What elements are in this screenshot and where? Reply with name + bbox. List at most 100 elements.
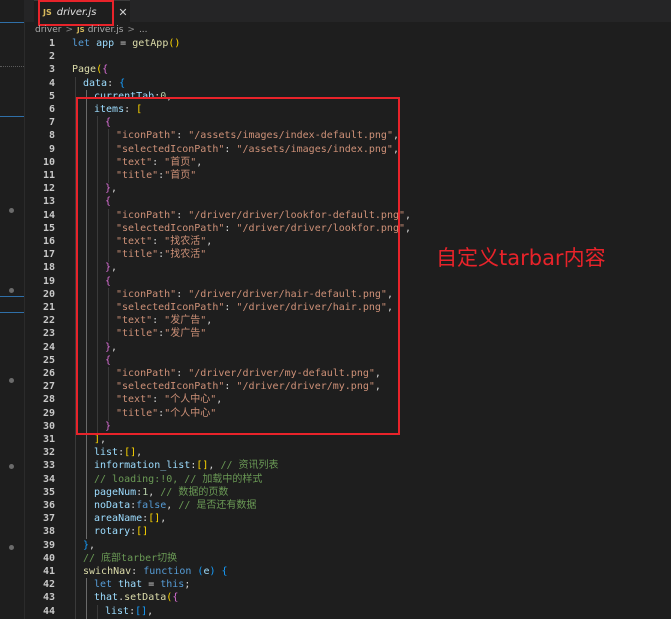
indent-guide <box>86 274 87 289</box>
line-number: 31 <box>42 434 55 445</box>
code-token: "首页" <box>164 170 197 181</box>
code-line[interactable]: 13 { <box>24 195 671 210</box>
code-line[interactable]: 35 pageNum:1, // 数据的页数 <box>24 485 671 500</box>
code-token: () <box>168 38 181 49</box>
code-line[interactable]: 22 "text": "发广告", <box>24 314 671 329</box>
code-line[interactable]: 4 data: { <box>24 76 671 91</box>
code-line[interactable]: 12}, <box>24 182 671 197</box>
indent-guide <box>86 472 87 487</box>
divider-line <box>0 296 24 297</box>
code-token: "找农活" <box>164 249 207 261</box>
indent-guide <box>86 604 87 619</box>
code-line[interactable]: 11 "title":"首页" <box>24 169 671 183</box>
line-number: 23 <box>42 328 55 340</box>
code-token: : <box>124 104 137 115</box>
code-token: setData <box>124 592 167 604</box>
indent-guide <box>86 499 87 513</box>
code-line[interactable]: 41 swichNav: function (e) { <box>24 565 671 579</box>
code-line[interactable]: 20 "iconPath": "/driver/driver/hair-defau… <box>24 287 671 302</box>
javascript-file-icon: JS <box>77 26 85 34</box>
code-line[interactable]: 29 "title":"个人中心" <box>24 406 671 421</box>
code-line[interactable]: 27 "selectedIconPath": "/driver/driver/my… <box>24 380 671 395</box>
code-token: , <box>405 222 412 234</box>
code-token: : <box>224 222 237 234</box>
indent-guide <box>86 446 87 461</box>
code-text: information_list:[], // 资讯列表 <box>94 459 279 472</box>
code-line[interactable]: 31], <box>24 433 671 447</box>
indent-guide <box>108 208 109 223</box>
code-line[interactable]: 23 "title":"发广告" <box>24 327 671 342</box>
code-line[interactable]: 32 list:[], <box>24 446 671 461</box>
code-line[interactable]: 7{ <box>24 116 671 131</box>
code-token: { <box>102 64 109 76</box>
line-number: 42 <box>42 579 55 591</box>
code-line[interactable]: 3 Page({ <box>24 63 671 76</box>
code-line[interactable]: 1 let app = getApp() <box>24 37 671 50</box>
code-line[interactable]: 5 currentTab:0, <box>24 89 671 104</box>
code-line[interactable]: 39}, <box>24 538 671 553</box>
code-token: , <box>136 447 143 459</box>
indent-guide <box>108 221 109 236</box>
code-line[interactable]: 25 { <box>24 353 671 368</box>
tab-driver-js[interactable]: JS driver.js ✕ <box>34 0 130 23</box>
line-number: 2 <box>48 51 55 63</box>
code-token: , <box>196 156 203 168</box>
code-line[interactable]: 21 "selectedIconPath": "/driver/driver/ha… <box>24 301 671 315</box>
line-number: 10 <box>42 156 55 168</box>
line-number: 44 <box>42 605 55 617</box>
breadcrumb-file[interactable]: driver.js <box>88 25 124 35</box>
code-token: { <box>172 592 179 604</box>
indent-guide <box>86 525 87 540</box>
code-token: : <box>176 209 189 221</box>
code-line[interactable]: 30} <box>24 419 671 434</box>
code-line[interactable]: 24}, <box>24 340 671 355</box>
code-token: data <box>83 77 108 89</box>
code-text: "text": "个人中心", <box>116 393 222 406</box>
code-line[interactable]: 38 rotary:[] <box>24 525 671 540</box>
code-line[interactable]: 42 let that = this; <box>24 578 671 593</box>
code-token: "首页" <box>164 156 197 168</box>
code-token: "/assets/images/index.png" <box>236 143 393 155</box>
indent-guide <box>97 235 98 249</box>
line-number: 17 <box>42 249 55 261</box>
code-line[interactable]: 40 // 底部tarber切换 <box>24 551 671 566</box>
code-line[interactable]: 28 "text": "个人中心", <box>24 393 671 408</box>
breadcrumb-symbol[interactable]: ... <box>139 25 148 35</box>
breadcrumb-folder[interactable]: driver <box>35 25 61 35</box>
code-text: rotary:[] <box>94 525 148 538</box>
code-line[interactable]: 10 "text": "首页", <box>24 155 671 170</box>
code-line[interactable]: 19 { <box>24 274 671 289</box>
code-line[interactable]: 9 "selectedIconPath": "/assets/images/ind… <box>24 142 671 157</box>
code-line[interactable]: 37 areaName:[], <box>24 512 671 527</box>
indent-guide <box>97 274 98 289</box>
code-line[interactable]: 14 "iconPath": "/driver/driver/lookfor-de… <box>24 208 671 223</box>
code-token: : <box>152 156 165 168</box>
code-text: // loading:!0, // 加载中的样式 <box>94 473 262 486</box>
indent-guide <box>108 327 109 342</box>
line-number: 30 <box>42 420 55 432</box>
line-number: 19 <box>42 275 55 287</box>
code-editor[interactable]: 1 let app = getApp() 2 3 Page({4 data: {5 curr… <box>24 37 671 619</box>
code-line[interactable]: 36 noData:false, // 是否还有数据 <box>24 499 671 513</box>
code-line[interactable]: 43 that.setData({ <box>24 591 671 606</box>
indent-guide <box>86 182 87 197</box>
line-number: 15 <box>42 222 55 234</box>
code-line[interactable]: 15 "selectedIconPath": "/driver/driver/lo… <box>24 221 671 236</box>
indent-guide <box>86 419 87 434</box>
code-text: "selectedIconPath": "/driver/driver/hair… <box>116 301 393 314</box>
code-line[interactable]: 6 items: [ <box>24 103 671 117</box>
code-line[interactable]: 26 "iconPath": "/driver/driver/my-default… <box>24 367 671 381</box>
code-line[interactable]: 33 information_list:[], // 资讯列表 <box>24 459 671 474</box>
close-icon[interactable]: ✕ <box>118 6 127 19</box>
code-line[interactable]: 44 list:[], <box>24 604 671 619</box>
indent-guide <box>75 142 76 157</box>
code-line[interactable]: 8 "iconPath": "/assets/images/index-defau… <box>24 129 671 144</box>
indent-guide <box>108 169 109 183</box>
chevron-right-icon: > <box>127 25 135 35</box>
code-line[interactable]: 34 // loading:!0, // 加载中的样式 <box>24 472 671 487</box>
indent-guide <box>75 459 76 474</box>
indent-guide <box>75 578 76 593</box>
code-text: }, <box>105 341 117 354</box>
code-token: "text" <box>116 236 153 247</box>
code-line[interactable]: 2 <box>24 50 671 63</box>
